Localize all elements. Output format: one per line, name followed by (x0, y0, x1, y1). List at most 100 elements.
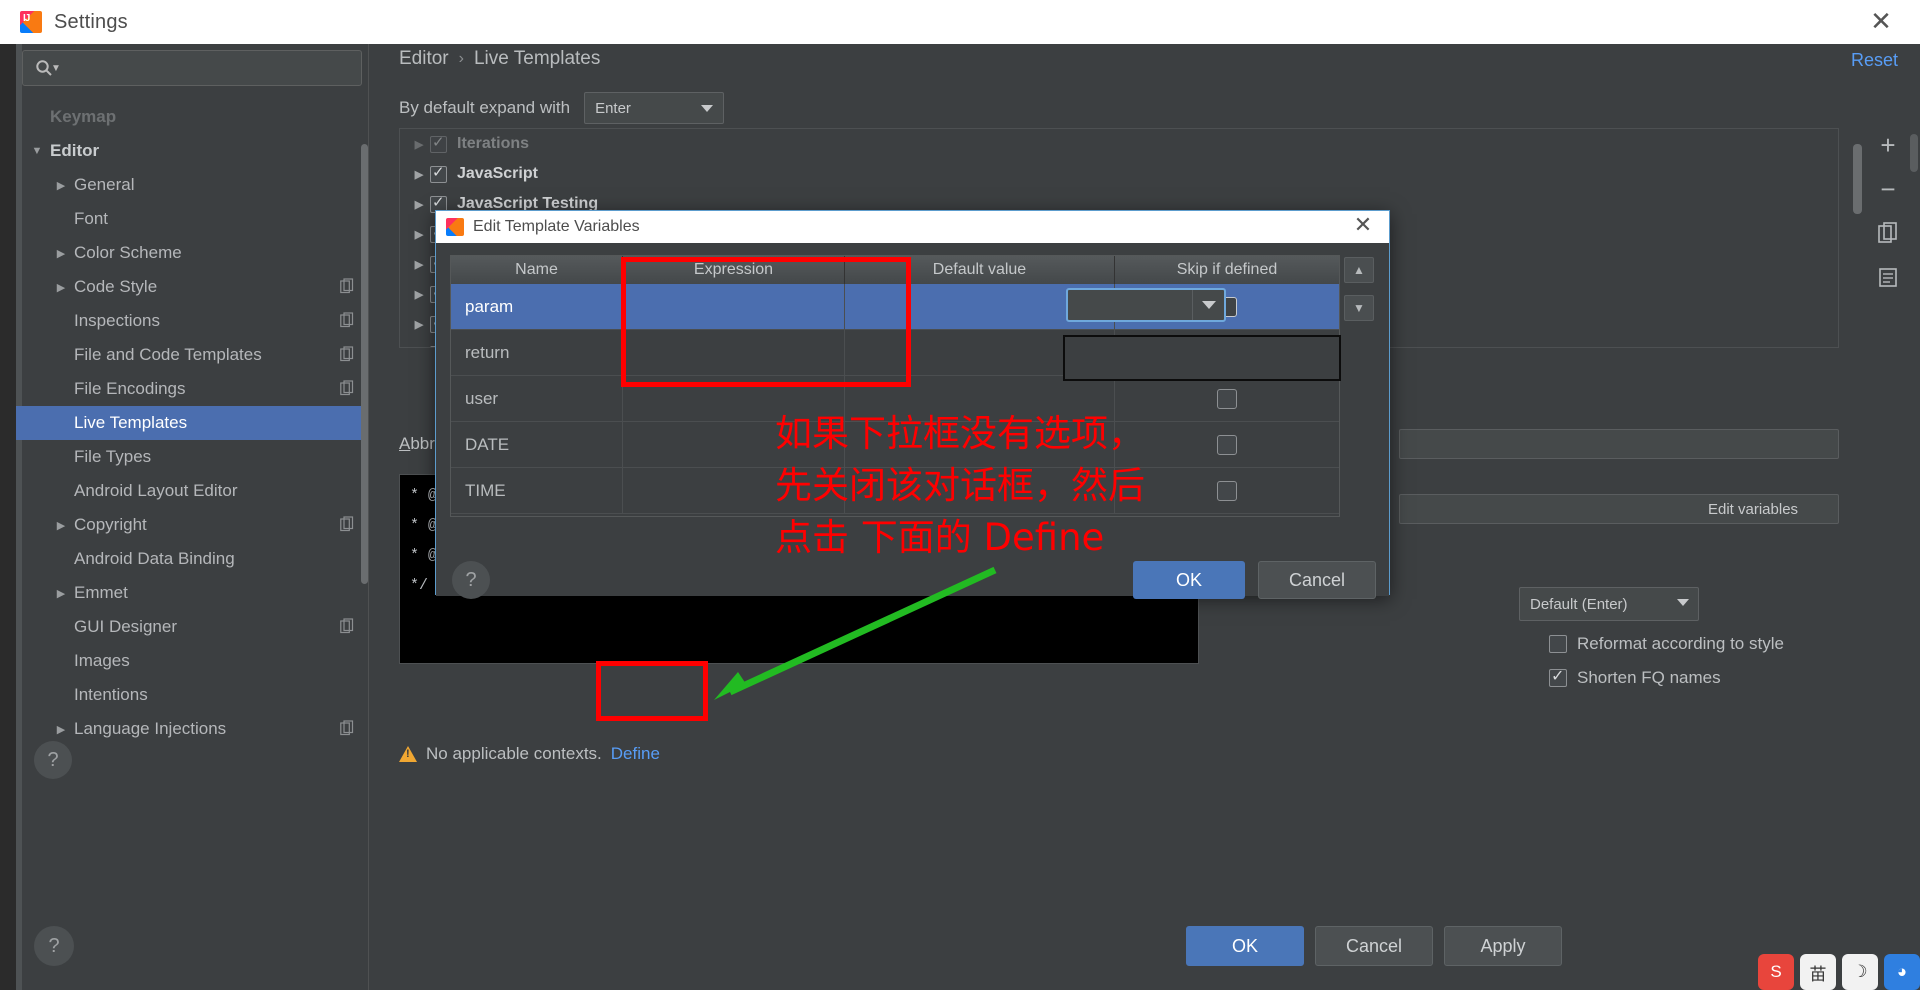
sidebar-item-emmet[interactable]: ▶ Emmet (16, 576, 368, 610)
expression-text-editor[interactable] (1063, 335, 1341, 381)
template-group-checkbox[interactable] (430, 163, 447, 183)
template-group-row[interactable]: ▶ Iterations (400, 129, 1838, 159)
variable-expression-cell[interactable] (623, 376, 845, 421)
template-groups-button[interactable] (1873, 262, 1903, 292)
breadcrumb-root[interactable]: Editor (399, 48, 449, 70)
variable-skip-cell[interactable] (1115, 376, 1339, 421)
variable-expression-cell[interactable] (623, 330, 845, 375)
sidebar-item-file-and-code-templates[interactable]: ▶File and Code Templates (16, 338, 368, 372)
templates-scrollbar[interactable] (1853, 144, 1862, 214)
tray-icon-user[interactable]: ◕ (1884, 954, 1920, 990)
copy-template-button[interactable] (1873, 218, 1903, 248)
table-row[interactable]: user (451, 376, 1339, 422)
variable-skip-cell[interactable] (1115, 422, 1339, 467)
variable-expression-cell[interactable] (623, 422, 845, 467)
dialog-ok-button[interactable]: OK (1133, 561, 1245, 599)
sidebar-item-android-data-binding[interactable]: ▶Android Data Binding (16, 542, 368, 576)
settings-tree[interactable]: ▶Keymap▼Editor▶General▶Font▶Color Scheme… (16, 100, 368, 760)
sidebar-item-keymap[interactable]: ▶Keymap (16, 100, 368, 134)
template-group-row[interactable]: ▶ JavaScript (400, 159, 1838, 189)
skip-if-defined-checkbox[interactable] (1217, 388, 1237, 409)
sidebar-item-intentions[interactable]: ▶Intentions (16, 678, 368, 712)
expand-with-select[interactable]: Enter (584, 92, 725, 124)
chevron-down-icon[interactable]: ▼ (26, 145, 48, 157)
chevron-right-icon[interactable]: ▶ (408, 318, 430, 331)
chevron-right-icon[interactable]: ▶ (408, 288, 430, 301)
settings-cancel-button[interactable]: Cancel (1315, 926, 1433, 966)
variable-default-value-cell[interactable] (845, 376, 1115, 421)
chevron-right-icon[interactable]: ▶ (408, 198, 430, 211)
move-down-button[interactable]: ▼ (1344, 295, 1374, 321)
template-group-checkbox[interactable] (430, 133, 447, 153)
variable-expression-cell[interactable] (623, 468, 845, 513)
sidebar-item-gui-designer[interactable]: ▶GUI Designer (16, 610, 368, 644)
tray-icon-ime[interactable]: 苗 (1800, 954, 1836, 990)
sidebar-item-code-style[interactable]: ▶ Code Style (16, 270, 368, 304)
chevron-right-icon[interactable]: ▶ (50, 587, 72, 600)
chevron-right-icon[interactable]: ▶ (408, 258, 430, 271)
sidebar-item-file-types[interactable]: ▶File Types (16, 440, 368, 474)
settings-scrollbar[interactable] (1910, 134, 1918, 172)
table-row[interactable]: DATE (451, 422, 1339, 468)
close-icon[interactable]: ✕ (1866, 8, 1896, 38)
reformat-checkbox[interactable] (1549, 635, 1567, 653)
define-link[interactable]: Define (611, 744, 660, 764)
settings-apply-button[interactable]: Apply (1444, 926, 1562, 966)
chevron-right-icon[interactable]: ▶ (408, 138, 430, 151)
variable-name-cell[interactable]: TIME (451, 468, 623, 513)
option-shorten[interactable]: Shorten FQ names (1549, 666, 1721, 688)
variable-name-cell[interactable]: DATE (451, 422, 623, 467)
chevron-right-icon[interactable]: ▶ (50, 179, 72, 192)
copy-settings-icon[interactable] (340, 380, 354, 396)
copy-settings-icon[interactable] (340, 278, 354, 294)
dialog-cancel-button[interactable]: Cancel (1258, 561, 1376, 599)
search-dropdown-icon[interactable]: ▼ (51, 63, 61, 74)
copy-settings-icon[interactable] (340, 618, 354, 634)
variable-default-value-cell[interactable] (845, 422, 1115, 467)
sidebar-item-file-encodings[interactable]: ▶File Encodings (16, 372, 368, 406)
variable-expression-cell[interactable] (623, 284, 845, 329)
expression-combo-dropdown-button[interactable] (1192, 290, 1224, 320)
tray-icon-sogou[interactable]: S (1758, 954, 1794, 990)
column-header-skip-if-defined[interactable]: Skip if defined (1115, 256, 1339, 284)
remove-template-button[interactable]: − (1873, 174, 1903, 204)
option-reformat[interactable]: Reformat according to style (1549, 634, 1784, 654)
table-row[interactable]: TIME (451, 468, 1339, 514)
skip-if-defined-checkbox[interactable] (1217, 434, 1237, 455)
variable-name-cell[interactable]: param (451, 284, 623, 329)
description-field[interactable] (1399, 429, 1839, 459)
tray-icon-moon[interactable]: ☽ (1842, 954, 1878, 990)
sidebar-item-general[interactable]: ▶ General (16, 168, 368, 202)
settings-help-button[interactable]: ? (34, 926, 74, 966)
sidebar-item-images[interactable]: ▶Images (16, 644, 368, 678)
sidebar-item-font[interactable]: ▶Font (16, 202, 368, 236)
chevron-right-icon[interactable]: ▶ (408, 228, 430, 241)
search-input[interactable] (64, 59, 335, 77)
sidebar-item-live-templates[interactable]: ▶Live Templates (16, 406, 368, 440)
sidebar-item-language-injections[interactable]: ▶ Language Injections (16, 712, 368, 746)
variable-name-cell[interactable]: user (451, 376, 623, 421)
chevron-right-icon[interactable]: ▶ (50, 723, 72, 736)
move-up-button[interactable]: ▲ (1344, 257, 1374, 283)
variable-skip-cell[interactable] (1115, 468, 1339, 513)
reset-link[interactable]: Reset (1851, 50, 1898, 71)
column-header-name[interactable]: Name (451, 256, 623, 284)
copy-settings-icon[interactable] (340, 312, 354, 328)
sidebar-item-color-scheme[interactable]: ▶ Color Scheme (16, 236, 368, 270)
expand-default-select[interactable]: Default (Enter) (1519, 587, 1699, 621)
expression-combo-editor[interactable] (1066, 288, 1226, 322)
help-button[interactable]: ? (34, 741, 72, 779)
chevron-right-icon[interactable]: ▶ (50, 281, 72, 294)
sidebar-item-inspections[interactable]: ▶Inspections (16, 304, 368, 338)
shorten-checkbox[interactable] (1549, 666, 1567, 687)
column-header-default-value[interactable]: Default value (845, 256, 1115, 284)
variable-default-value-cell[interactable] (845, 468, 1115, 513)
sidebar-item-editor[interactable]: ▼ Editor (16, 134, 368, 168)
tree-scrollbar[interactable] (361, 144, 368, 584)
chevron-right-icon[interactable]: ▶ (50, 247, 72, 260)
variables-button[interactable]: Edit variables (1399, 494, 1839, 524)
chevron-right-icon[interactable]: ▶ (408, 168, 430, 181)
sidebar-item-android-layout-editor[interactable]: ▶Android Layout Editor (16, 474, 368, 508)
column-header-expression[interactable]: Expression (623, 256, 845, 284)
chevron-right-icon[interactable]: ▶ (50, 519, 72, 532)
